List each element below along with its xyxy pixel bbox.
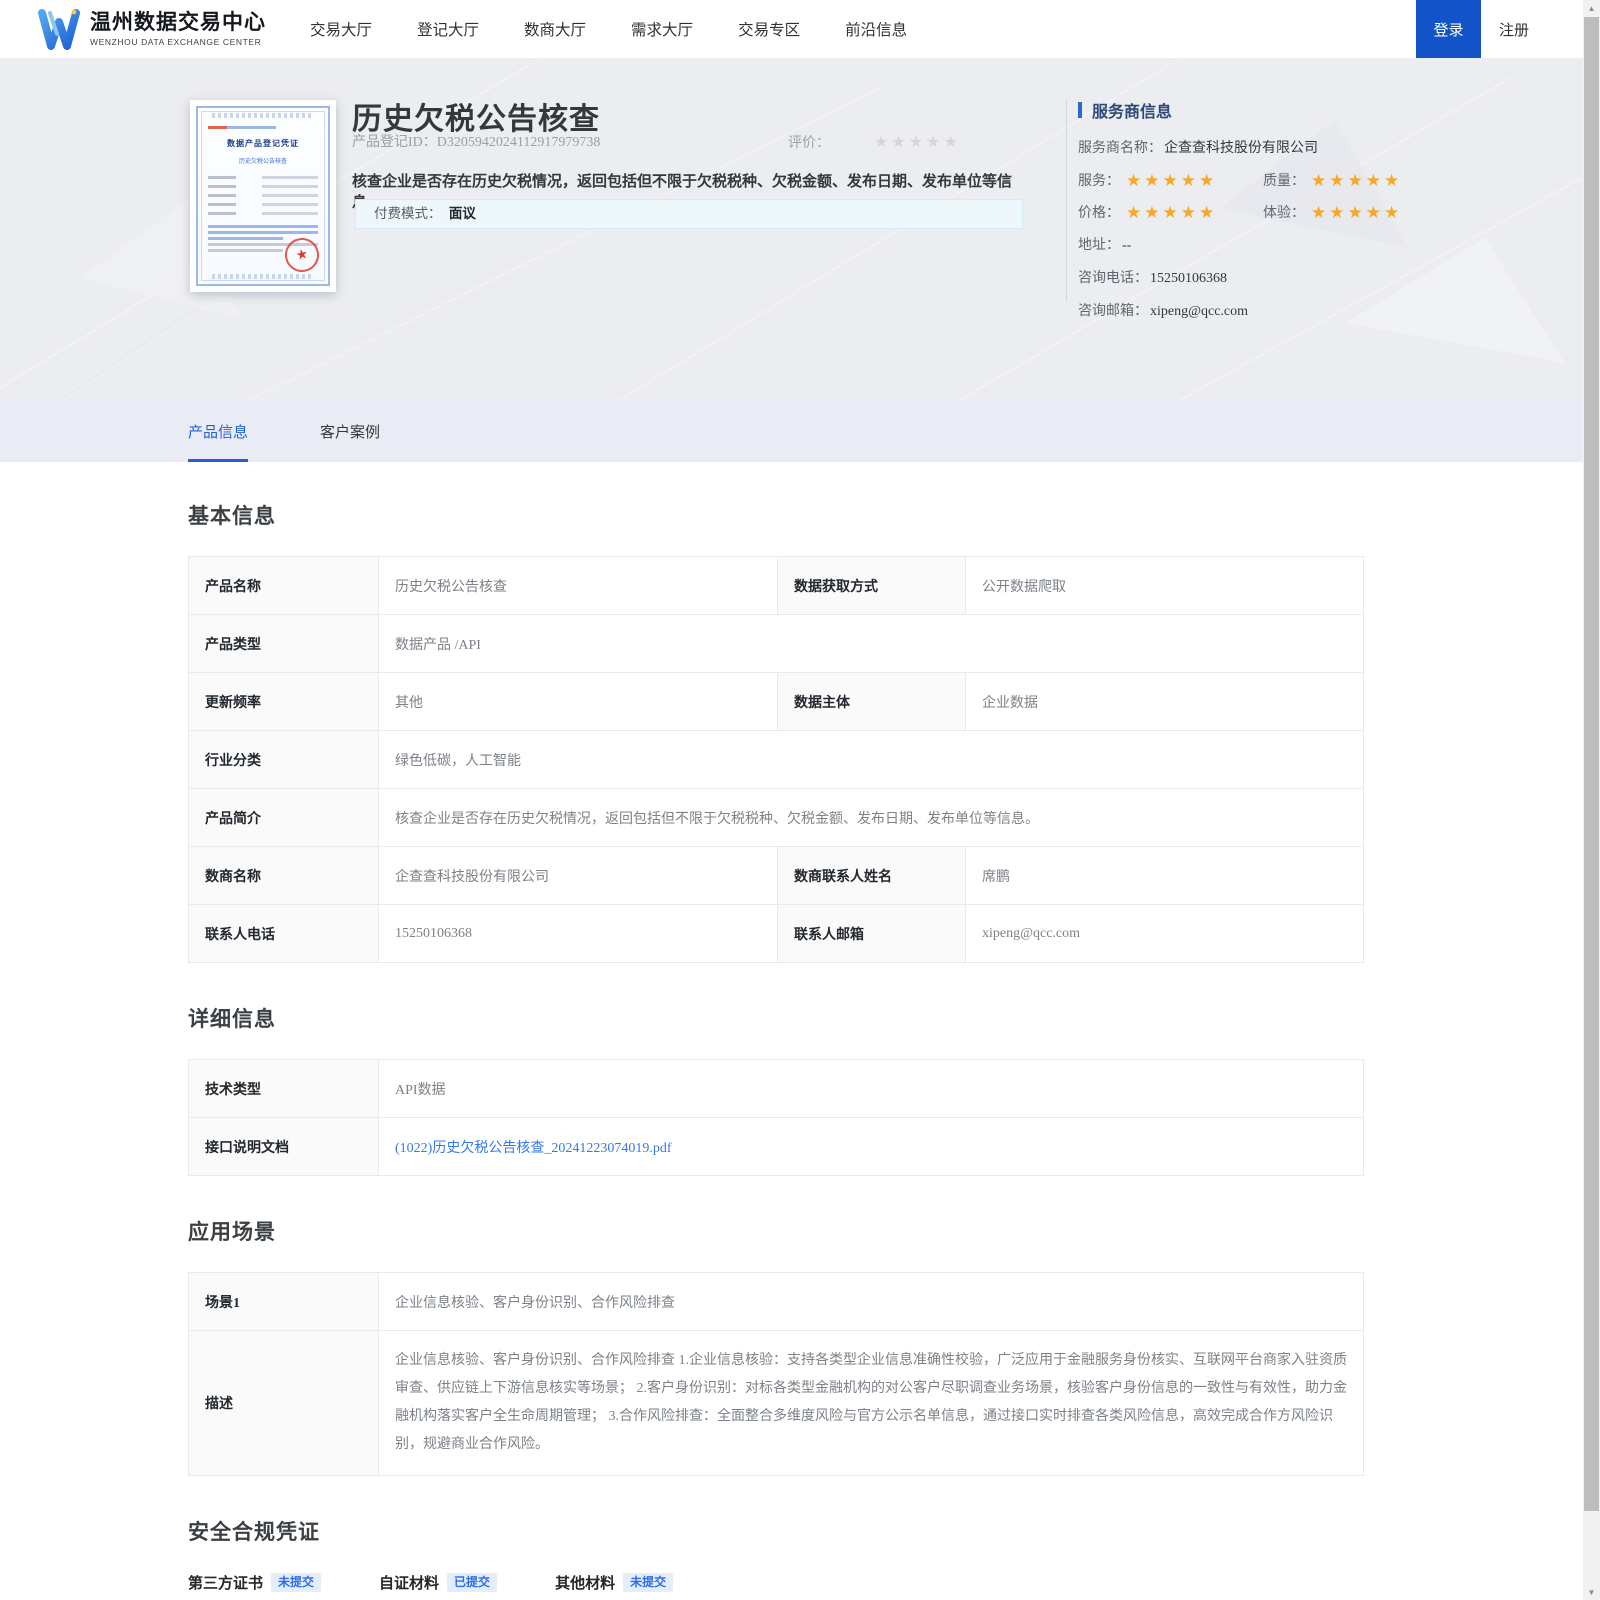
rating-experience: 体验： ★★★★★	[1263, 202, 1403, 222]
provider-email: 咨询邮箱： xipeng@qcc.com	[1078, 304, 1249, 319]
table-row: 描述 企业信息核验、客户身份识别、合作风险排查 1.企业信息核验：支持各类型企业…	[188, 1330, 1364, 1476]
basic-info-table: 产品名称 历史欠税公告核查 数据获取方式 公开数据爬取 产品类型 数据产品 /A…	[188, 556, 1364, 963]
scroll-up-icon[interactable]: ▲	[1583, 0, 1600, 16]
table-row: 接口说明文档 (1022)历史欠税公告核查_20241223074019.pdf	[188, 1117, 1364, 1176]
star-icons: ★★★★★	[1311, 170, 1403, 190]
table-row: 数商名称 企查查科技股份有限公司 数商联系人姓名 席鹏	[188, 846, 1364, 905]
section-title-detail: 详细信息	[188, 1007, 276, 1031]
scroll-down-icon[interactable]: ▼	[1583, 1584, 1600, 1600]
table-row: 行业分类 绿色低碳，人工智能	[188, 730, 1364, 789]
tab-self-cert-material[interactable]: 自证材料 已提交	[379, 1572, 498, 1600]
nav-item-demand-hall[interactable]: 需求大厅	[631, 18, 693, 40]
certificate-title: 数据产品登记凭证	[227, 139, 299, 148]
site-logo[interactable]: 温州数据交易中心 WENZHOU DATA EXCHANGE CENTER	[36, 8, 266, 50]
nav-item-trade-zone[interactable]: 交易专区	[738, 18, 800, 40]
table-row: 产品简介 核查企业是否存在历史欠税情况，返回包括但不限于欠税税种、欠税金额、发布…	[188, 788, 1364, 847]
site-subtitle: WENZHOU DATA EXCHANGE CENTER	[90, 36, 262, 47]
pay-mode-value: 面议	[448, 206, 476, 221]
star-icons: ★★★★★	[1126, 170, 1218, 190]
nav-item-frontier-info[interactable]: 前沿信息	[845, 18, 907, 40]
rating-stars-empty-icon: ★★★★★	[874, 134, 961, 151]
product-id: 产品登记ID：D3205942024112917979738	[352, 135, 601, 150]
table-row: 产品类型 数据产品 /API	[188, 614, 1364, 673]
section-title-scenario: 应用场景	[188, 1220, 276, 1244]
tab-customer-cases[interactable]: 客户案例	[320, 400, 380, 462]
page: 温州数据交易中心 WENZHOU DATA EXCHANGE CENTER 交易…	[0, 0, 1600, 1600]
login-button[interactable]: 登录	[1416, 0, 1481, 58]
table-row: 联系人电话 15250106368 联系人邮箱 xipeng@qcc.com	[188, 904, 1364, 963]
scenario-table: 场景1 企业信息核验、客户身份识别、合作风险排查 描述 企业信息核验、客户身份识…	[188, 1272, 1364, 1476]
table-row: 技术类型 API数据	[188, 1059, 1364, 1118]
certificate-image: 数据产品登记凭证 历史欠税公告核查 ★	[190, 100, 336, 292]
page-tabbar: 产品信息 客户案例	[0, 400, 1600, 462]
table-row: 产品名称 历史欠税公告核查 数据获取方式 公开数据爬取	[188, 556, 1364, 615]
status-badge: 未提交	[271, 1572, 322, 1593]
nav-item-vendor-hall[interactable]: 数商大厅	[524, 18, 586, 40]
rating-service: 服务： ★★★★★	[1078, 170, 1218, 190]
provider-header: 服务商信息	[1078, 98, 1498, 122]
star-icons: ★★★★★	[1311, 202, 1403, 222]
auth-area: 登录 注册	[1416, 0, 1547, 58]
tab-product-info[interactable]: 产品信息	[188, 400, 249, 462]
table-row: 场景1 企业信息核验、客户身份识别、合作风险排查	[188, 1272, 1364, 1331]
provider-address: 地址： --	[1078, 238, 1132, 253]
site-title: 温州数据交易中心	[90, 11, 266, 35]
blue-bar-icon	[1078, 102, 1082, 118]
tab-third-party-cert[interactable]: 第三方证书 未提交	[188, 1572, 322, 1600]
main-content: 基本信息 产品名称 历史欠税公告核查 数据获取方式 公开数据爬取 产品类型 数据…	[0, 500, 1364, 1600]
pay-mode-box: 付费模式： 面议	[355, 199, 1023, 229]
star-icons: ★★★★★	[1126, 202, 1218, 222]
main-nav: 交易大厅 登记大厅 数商大厅 需求大厅 交易专区 前沿信息	[310, 18, 907, 40]
nav-item-trade-hall[interactable]: 交易大厅	[310, 18, 372, 40]
product-rating: 评价： ★★★★★	[788, 134, 961, 151]
rating-price: 价格： ★★★★★	[1078, 202, 1218, 222]
logo-w-icon	[38, 9, 80, 50]
table-row: 更新频率 其他 数据主体 企业数据	[188, 672, 1364, 731]
status-badge: 已提交	[447, 1572, 498, 1593]
certificate-subtitle: 历史欠税公告核查	[238, 159, 287, 165]
api-doc-pdf-link[interactable]: (1022)历史欠税公告核查_20241223074019.pdf	[395, 1141, 672, 1156]
rating-quality: 质量： ★★★★★	[1263, 170, 1403, 190]
scrollbar[interactable]: ▲ ▼	[1583, 0, 1600, 1600]
section-title-basic: 基本信息	[188, 504, 276, 528]
certificate-serial-line	[208, 126, 277, 129]
provider-name: 服务商名称： 企查查科技股份有限公司	[1078, 141, 1318, 156]
provider-panel: 服务商信息 服务商名称： 企查查科技股份有限公司 服务： ★★★★★ 质量： ★★★★…	[1078, 98, 1498, 333]
tab-other-material[interactable]: 其他材料 未提交	[555, 1572, 674, 1600]
compliance-tabs: 第三方证书 未提交 自证材料 已提交 其他材料 未提交	[188, 1572, 1363, 1600]
nav-item-register-hall[interactable]: 登记大厅	[417, 18, 479, 40]
top-navbar: 温州数据交易中心 WENZHOU DATA EXCHANGE CENTER 交易…	[0, 0, 1600, 58]
status-badge: 未提交	[623, 1572, 674, 1593]
product-hero: 数据产品登记凭证 历史欠税公告核查 ★ 历史欠税公告核查 产品登记ID：D320…	[0, 58, 1600, 400]
register-button[interactable]: 注册	[1481, 0, 1547, 58]
section-title-compliance: 安全合规凭证	[188, 1520, 320, 1544]
vertical-divider	[1066, 100, 1067, 302]
provider-ratings: 服务： ★★★★★ 质量： ★★★★★ 价格： ★★★★★ 体验： ★★★★★	[1078, 170, 1498, 222]
detail-info-table: 技术类型 API数据 接口说明文档 (1022)历史欠税公告核查_2024122…	[188, 1059, 1364, 1176]
provider-phone: 咨询电话： 15250106368	[1078, 271, 1227, 286]
scrollbar-thumb[interactable]	[1584, 17, 1599, 1511]
